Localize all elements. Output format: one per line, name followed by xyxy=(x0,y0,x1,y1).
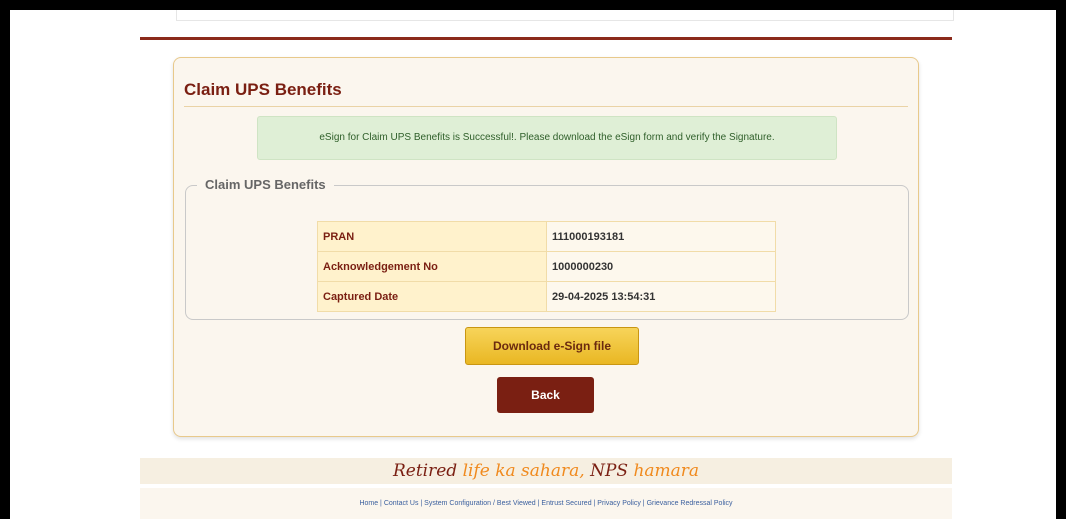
download-esign-button[interactable]: Download e-Sign file xyxy=(465,327,639,365)
page-title: Claim UPS Benefits xyxy=(184,80,342,99)
table-row: PRAN 111000193181 xyxy=(317,221,776,252)
table-row: Captured Date 29-04-2025 13:54:31 xyxy=(317,281,776,312)
screen-frame-top xyxy=(0,0,1066,10)
acknowledgement-label: Acknowledgement No xyxy=(317,251,547,282)
tagline-nps: NPS xyxy=(590,461,629,481)
captured-date-value: 29-04-2025 13:54:31 xyxy=(546,281,776,312)
tagline-life-ka-sahara: life ka sahara, xyxy=(462,461,585,481)
captured-date-label: Captured Date xyxy=(317,281,547,312)
screen-frame-right xyxy=(1056,0,1066,519)
tagline-retired: Retired xyxy=(392,461,458,481)
tagline-hamara: hamara xyxy=(633,461,700,481)
header-divider xyxy=(140,37,952,40)
fieldset-legend: Claim UPS Benefits xyxy=(197,177,334,192)
claim-details-fieldset: Claim UPS Benefits PRAN 111000193181 Ack… xyxy=(185,177,909,320)
pran-label: PRAN xyxy=(317,221,547,252)
back-button[interactable]: Back xyxy=(497,377,594,413)
success-alert: eSign for Claim UPS Benefits is Successf… xyxy=(257,116,837,160)
claim-details-table: PRAN 111000193181 Acknowledgement No 100… xyxy=(317,221,776,312)
header-strip xyxy=(176,10,954,21)
claim-card: Claim UPS Benefits eSign for Claim UPS B… xyxy=(173,57,919,437)
screen-frame-left xyxy=(0,0,10,519)
table-row: Acknowledgement No 1000000230 xyxy=(317,251,776,282)
tagline-bar: Retired life ka sahara, NPS hamara xyxy=(140,458,952,484)
acknowledgement-value: 1000000230 xyxy=(546,251,776,282)
pran-value: 111000193181 xyxy=(546,221,776,252)
title-divider xyxy=(184,106,908,107)
footer-links[interactable]: Home | Contact Us | System Configuration… xyxy=(140,488,952,519)
